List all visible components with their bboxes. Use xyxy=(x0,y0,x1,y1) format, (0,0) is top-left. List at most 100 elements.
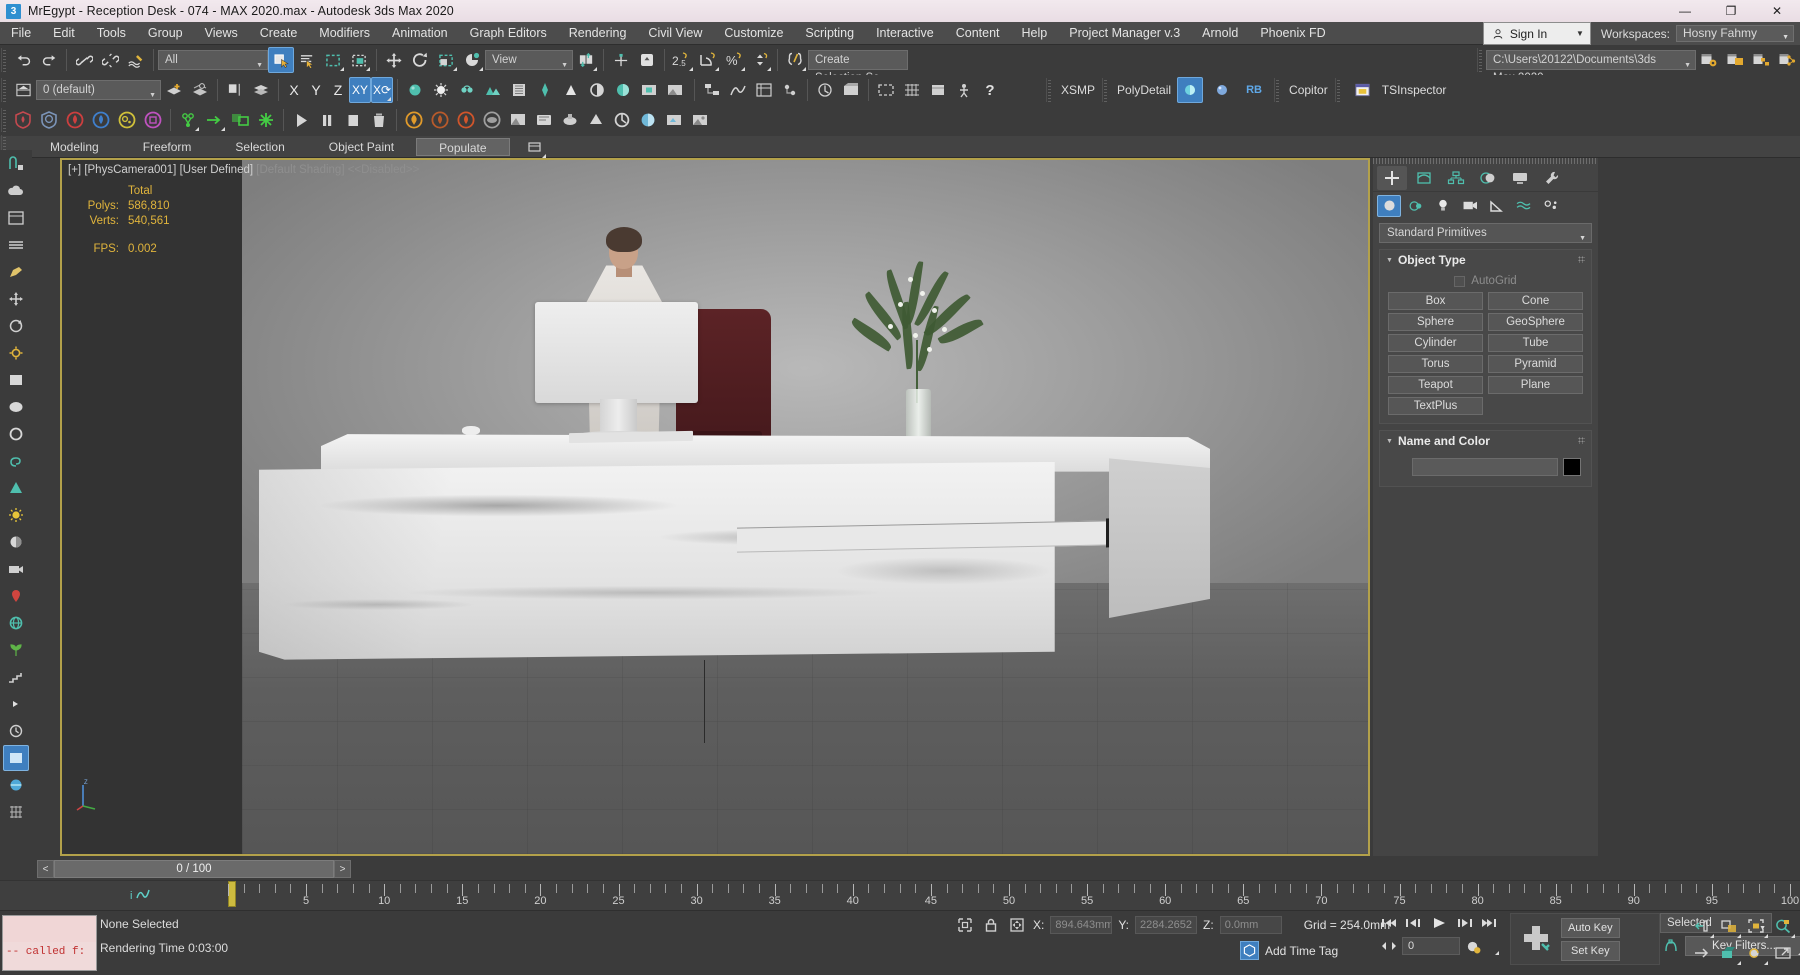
content-browser-icon[interactable] xyxy=(838,77,864,103)
ribbon-tab-modeling[interactable]: Modeling xyxy=(28,138,121,156)
utilities-tab[interactable] xyxy=(1537,166,1567,190)
select-and-move-icon[interactable] xyxy=(381,47,407,73)
object-name-input[interactable] xyxy=(1412,458,1558,476)
viewport-label[interactable]: [+] [PhysCamera001] [User Defined] [Defa… xyxy=(68,164,419,176)
add-time-tag-group[interactable]: Add Time Tag xyxy=(1240,941,1338,960)
z-field[interactable]: 0.0mm xyxy=(1219,916,1282,934)
display-tab[interactable] xyxy=(1505,166,1535,190)
maxscript-mini-listener[interactable]: -- called f: xyxy=(2,915,97,971)
toolbar-grip[interactable] xyxy=(1334,78,1342,102)
menu-project-manager[interactable]: Project Manager v.3 xyxy=(1058,22,1191,45)
rectangular-selection-region-icon[interactable] xyxy=(320,47,346,73)
ribbon-tab-object-paint[interactable]: Object Paint xyxy=(307,138,416,156)
menu-views[interactable]: Views xyxy=(194,22,249,45)
selection-filter-dropdown[interactable]: All ▼ xyxy=(158,50,268,70)
next-frame-button[interactable]: > xyxy=(334,860,351,878)
selection-lock-toggle-icon[interactable] xyxy=(981,915,1001,935)
phoenix-particles-icon[interactable] xyxy=(114,107,140,133)
render-production-icon[interactable] xyxy=(532,77,558,103)
copitor-label[interactable]: Copitor xyxy=(1289,83,1328,97)
fumefx-smoke-icon[interactable] xyxy=(479,107,505,133)
geometry-tab[interactable] xyxy=(1377,194,1401,217)
tool-move-icon[interactable] xyxy=(3,286,29,312)
autogrid-checkbox[interactable] xyxy=(1454,275,1466,287)
tool-circle-icon[interactable] xyxy=(3,421,29,447)
scene-explorer-icon[interactable] xyxy=(1774,47,1800,73)
phoenix-fire-icon[interactable] xyxy=(62,107,88,133)
helpers-tab[interactable] xyxy=(1485,195,1509,217)
viewport-label-shading[interactable]: [Default Shading] xyxy=(256,164,344,176)
teapot-button[interactable]: Teapot xyxy=(1388,376,1483,394)
cone-button[interactable]: Cone xyxy=(1488,292,1583,310)
curve-editor-icon[interactable] xyxy=(725,77,751,103)
constrain-y-icon[interactable]: Y xyxy=(305,77,327,103)
tsinspector-label[interactable]: TSInspector xyxy=(1382,83,1447,97)
layer-explorer2-icon[interactable] xyxy=(777,77,803,103)
toolbar-grip[interactable] xyxy=(1102,78,1110,102)
menu-animation[interactable]: Animation xyxy=(381,22,459,45)
bind-to-space-warp-icon[interactable] xyxy=(123,47,149,73)
stop-icon[interactable] xyxy=(340,107,366,133)
viewport-scene[interactable] xyxy=(242,160,1368,854)
zoom-extents-icon[interactable] xyxy=(1743,913,1769,939)
menu-create[interactable]: Create xyxy=(249,22,309,45)
schematic-view-icon[interactable] xyxy=(699,77,725,103)
set-key-button[interactable]: Set Key xyxy=(1561,940,1620,961)
tool-pin-icon[interactable] xyxy=(3,583,29,609)
plugin-generic1-icon[interactable] xyxy=(531,107,557,133)
render-region-icon[interactable] xyxy=(636,77,662,103)
constrain-plane-icon[interactable]: X⟳ xyxy=(371,77,393,103)
align-icon[interactable] xyxy=(222,77,248,103)
add-layer-icon[interactable] xyxy=(161,77,187,103)
layer-explorer-icon[interactable] xyxy=(187,77,213,103)
plane-button[interactable]: Plane xyxy=(1488,376,1583,394)
unlink-selection-icon[interactable] xyxy=(97,47,123,73)
fumefx-preview-icon[interactable] xyxy=(505,107,531,133)
render-preview-icon[interactable] xyxy=(610,77,636,103)
named-selection-sets-dropdown[interactable]: Create Selection Se xyxy=(808,50,908,84)
menu-group[interactable]: Group xyxy=(137,22,194,45)
tool-spiral-icon[interactable] xyxy=(3,448,29,474)
next-frame-icon[interactable] xyxy=(1454,913,1476,933)
viewport-label-user-defined[interactable]: [User Defined] xyxy=(180,164,254,176)
object-type-header[interactable]: ▼ Object Type xyxy=(1380,250,1591,270)
tool-camera-icon[interactable] xyxy=(3,556,29,582)
plugin-generic4-icon[interactable] xyxy=(609,107,635,133)
fumefx-source-icon[interactable] xyxy=(427,107,453,133)
name-and-color-header[interactable]: ▼ Name and Color xyxy=(1380,431,1591,451)
track-bar[interactable]: i 5 10 15 20 25 30 35 40 45 50 55 60 65 70 75 80 85 90 95 1… xyxy=(0,880,1800,910)
render-iterative-icon[interactable] xyxy=(558,77,584,103)
select-and-scale-icon[interactable] xyxy=(433,47,459,73)
tool-pan-icon[interactable] xyxy=(3,205,29,231)
zoom-icon[interactable] xyxy=(1689,913,1715,939)
tool-selected-box-icon[interactable] xyxy=(3,745,29,771)
menu-arnold[interactable]: Arnold xyxy=(1191,22,1249,45)
viewport[interactable]: [+] [PhysCamera001] [User Defined] [Defa… xyxy=(60,158,1370,856)
minimize-icon[interactable]: — xyxy=(1662,0,1708,22)
tool-layers-icon[interactable] xyxy=(3,232,29,258)
grid-toggle-icon[interactable] xyxy=(899,77,925,103)
absolute-relative-mode-icon[interactable] xyxy=(1007,915,1027,935)
phoenix-liquid-icon[interactable] xyxy=(88,107,114,133)
menu-customize[interactable]: Customize xyxy=(713,22,794,45)
walkthrough-icon[interactable] xyxy=(951,77,977,103)
menu-help[interactable]: Help xyxy=(1011,22,1059,45)
maximize-icon[interactable]: ❐ xyxy=(1708,0,1754,22)
object-category-dropdown[interactable]: Standard Primitives ▼ xyxy=(1379,223,1592,243)
ribbon-tab-populate[interactable]: Populate xyxy=(416,137,510,156)
tool-sun-icon[interactable] xyxy=(3,502,29,528)
tool-render-globe-icon[interactable] xyxy=(3,772,29,798)
toolbar-grip[interactable] xyxy=(1046,78,1053,102)
pause-icon[interactable] xyxy=(314,107,340,133)
geosphere-button[interactable]: GeoSphere xyxy=(1488,313,1583,331)
mirror-icon[interactable] xyxy=(10,77,36,103)
plugin-generic3-icon[interactable] xyxy=(583,107,609,133)
plugin-sphere-icon[interactable] xyxy=(1209,77,1235,103)
cylinder-button[interactable]: Cylinder xyxy=(1388,334,1483,352)
layer-dropdown[interactable]: 0 (default) ▼ xyxy=(36,80,161,100)
curve-editor-toggle-icon[interactable]: i xyxy=(130,887,156,903)
undo-icon[interactable] xyxy=(10,47,36,73)
workspaces-dropdown[interactable]: Hosny Fahmy ▼ xyxy=(1676,25,1794,42)
keyboard-shortcut-override-icon[interactable] xyxy=(634,47,660,73)
systems-tab[interactable] xyxy=(1539,195,1563,217)
